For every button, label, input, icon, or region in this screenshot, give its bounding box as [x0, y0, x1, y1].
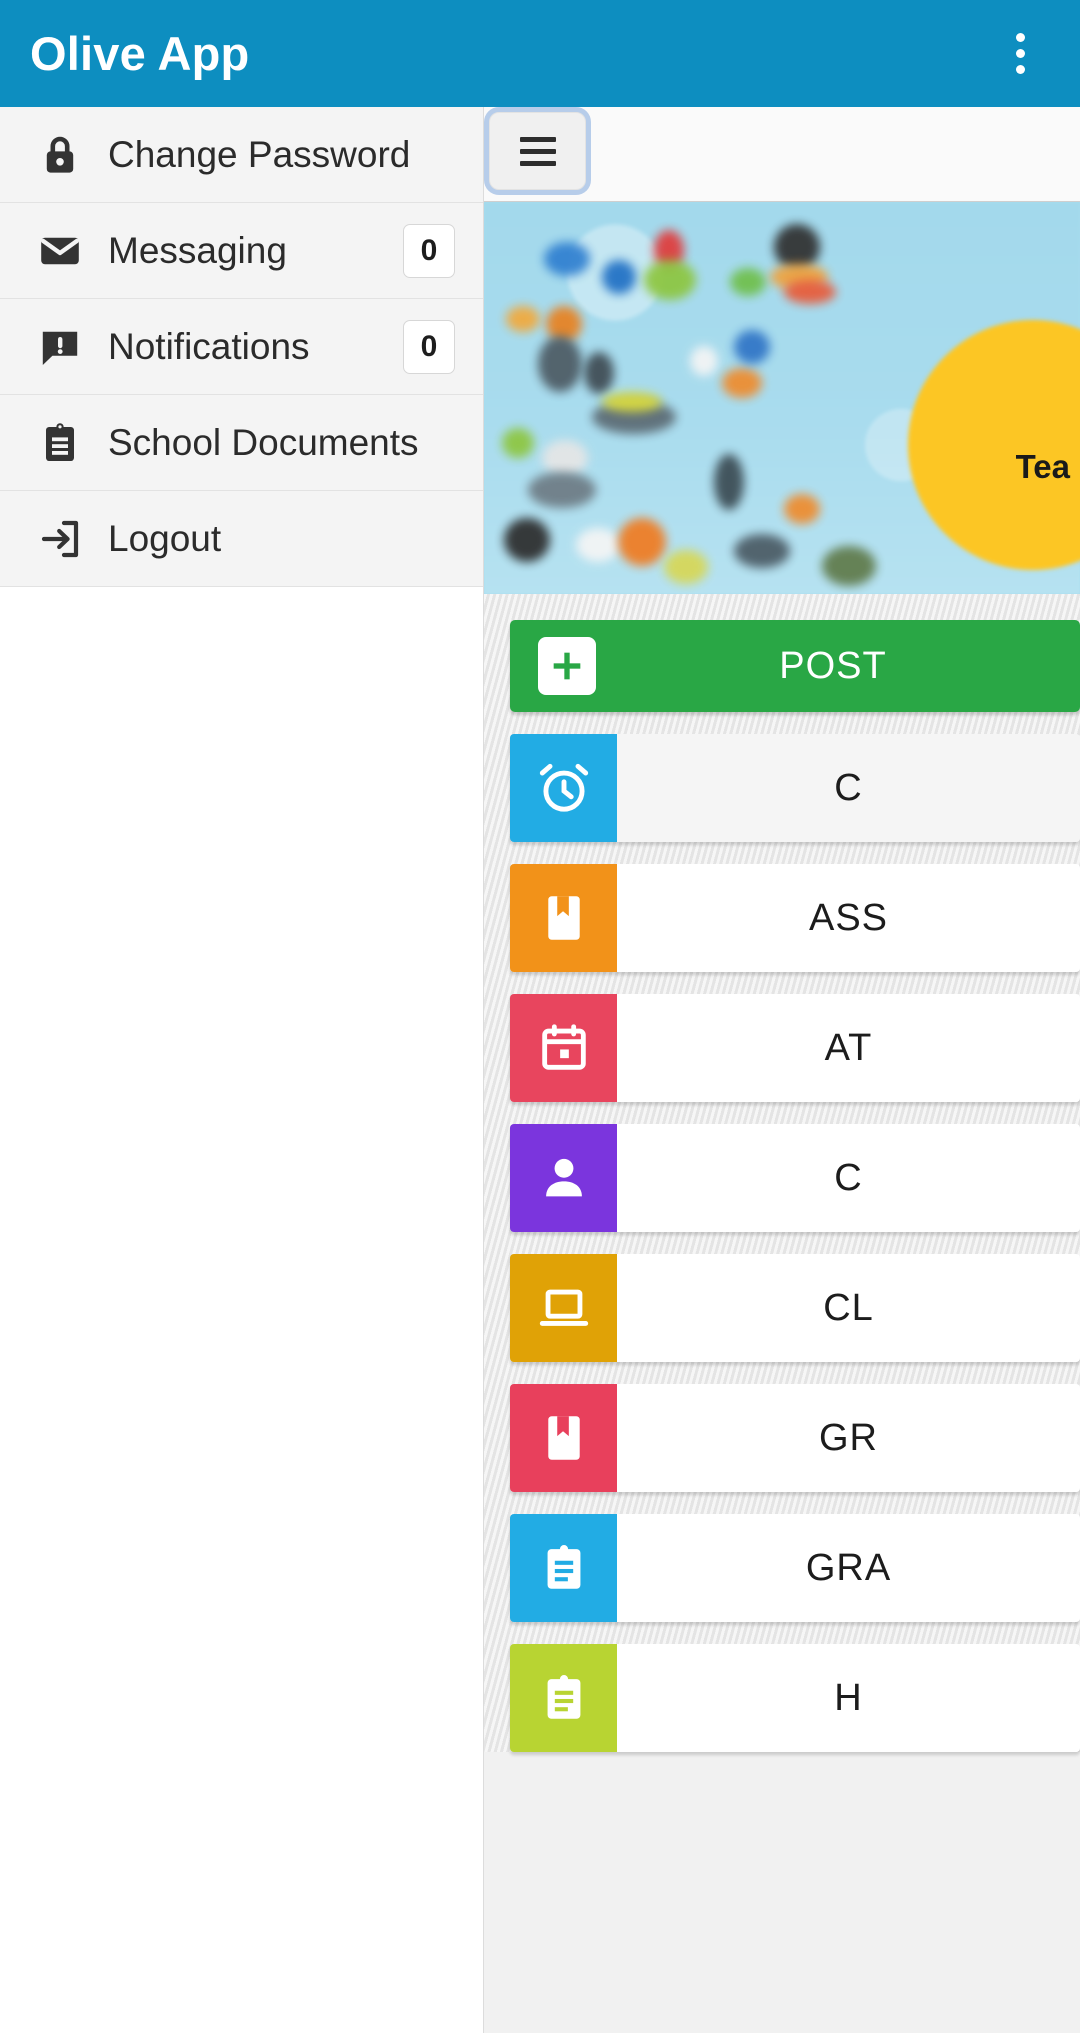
lock-icon — [32, 127, 88, 183]
sidebar-item-label: Messaging — [108, 229, 287, 271]
tile-body: CL — [617, 1254, 1080, 1362]
notification-bubble-icon — [32, 319, 88, 375]
page-title: Olive App — [30, 27, 250, 80]
dot — [1015, 33, 1025, 42]
tile-row[interactable]: GR — [510, 1384, 1080, 1492]
tile-label: CL — [823, 1286, 874, 1329]
envelope-icon — [32, 223, 88, 279]
tile-body: GRA — [617, 1514, 1080, 1622]
plus-square-icon — [538, 637, 596, 695]
calendar-icon — [510, 994, 617, 1102]
sidebar-item-notifications[interactable]: Notifications 0 — [0, 299, 483, 395]
banner-image: Tea — [484, 202, 1080, 594]
tile-body: C — [617, 1124, 1080, 1232]
tile-label: ASS — [808, 896, 889, 939]
tile-row[interactable]: CL — [510, 1254, 1080, 1362]
tile-label: C — [834, 1156, 863, 1199]
app-bar: Olive App — [0, 0, 1080, 107]
tile-row[interactable]: H — [510, 1644, 1080, 1752]
drawer-item-list: Change Password Messaging 0 Notification… — [0, 107, 483, 587]
tile-row[interactable]: C — [510, 1124, 1080, 1232]
tile-label: AT — [824, 1026, 873, 1069]
tile-body: C — [617, 734, 1080, 842]
clipboard-icon — [510, 1514, 617, 1622]
tile-row[interactable]: ASS — [510, 864, 1080, 972]
tile-row[interactable]: AT — [510, 994, 1080, 1102]
book-bookmark-icon — [510, 1384, 617, 1492]
bar — [519, 148, 556, 154]
bar — [519, 160, 556, 166]
clipboard-icon — [32, 415, 88, 471]
clipboard-icon — [510, 1644, 617, 1752]
drawer-empty-area — [0, 587, 483, 2027]
dot — [1015, 65, 1025, 74]
sidebar-item-messaging[interactable]: Messaging 0 — [0, 203, 483, 299]
hamburger-menu-icon[interactable] — [489, 112, 586, 190]
alarm-clock-icon — [510, 734, 617, 842]
book-bookmark-icon — [510, 864, 617, 972]
sidebar-item-label: School Documents — [108, 421, 419, 463]
tile-label: H — [834, 1676, 863, 1719]
sidebar-item-change-password[interactable]: Change Password — [0, 107, 483, 203]
navigation-drawer: Change Password Messaging 0 Notification… — [0, 107, 484, 2033]
tile-body: GR — [617, 1384, 1080, 1492]
status-badge: 0 — [403, 223, 455, 278]
tile-body: AT — [617, 994, 1080, 1102]
person-icon — [510, 1124, 617, 1232]
sidebar-item-label: Logout — [108, 517, 222, 559]
banner-caption: Tea — [1015, 448, 1070, 485]
status-badge: 0 — [403, 319, 455, 374]
post-button[interactable]: POST — [510, 620, 1080, 712]
main-content: Tea POST C ASS AT C CL GR GRA H — [484, 107, 1080, 2033]
app-root: Olive App Tea POST C ASS AT C CL GR GRA … — [0, 0, 1080, 2033]
laptop-icon — [510, 1254, 617, 1362]
tile-label: GRA — [805, 1546, 892, 1589]
logout-arrow-icon — [32, 511, 88, 567]
dot — [1015, 49, 1025, 58]
sidebar-item-logout[interactable]: Logout — [0, 491, 483, 587]
overflow-menu-icon[interactable] — [990, 19, 1050, 89]
sidebar-item-label: Notifications — [108, 325, 310, 367]
sidebar-item-label: Change Password — [108, 133, 411, 175]
tile-row[interactable]: GRA — [510, 1514, 1080, 1622]
sidebar-item-school-documents[interactable]: School Documents — [0, 395, 483, 491]
content-toolbar — [484, 107, 1080, 202]
post-button-label: POST — [779, 644, 887, 687]
bar — [519, 136, 556, 142]
tile-body: ASS — [617, 864, 1080, 972]
tile-label: C — [834, 766, 863, 809]
tile-row[interactable]: C — [510, 734, 1080, 842]
tile-label: GR — [819, 1416, 878, 1459]
tile-body: H — [617, 1644, 1080, 1752]
tile-list: POST C ASS AT C CL GR GRA H — [484, 594, 1080, 1752]
